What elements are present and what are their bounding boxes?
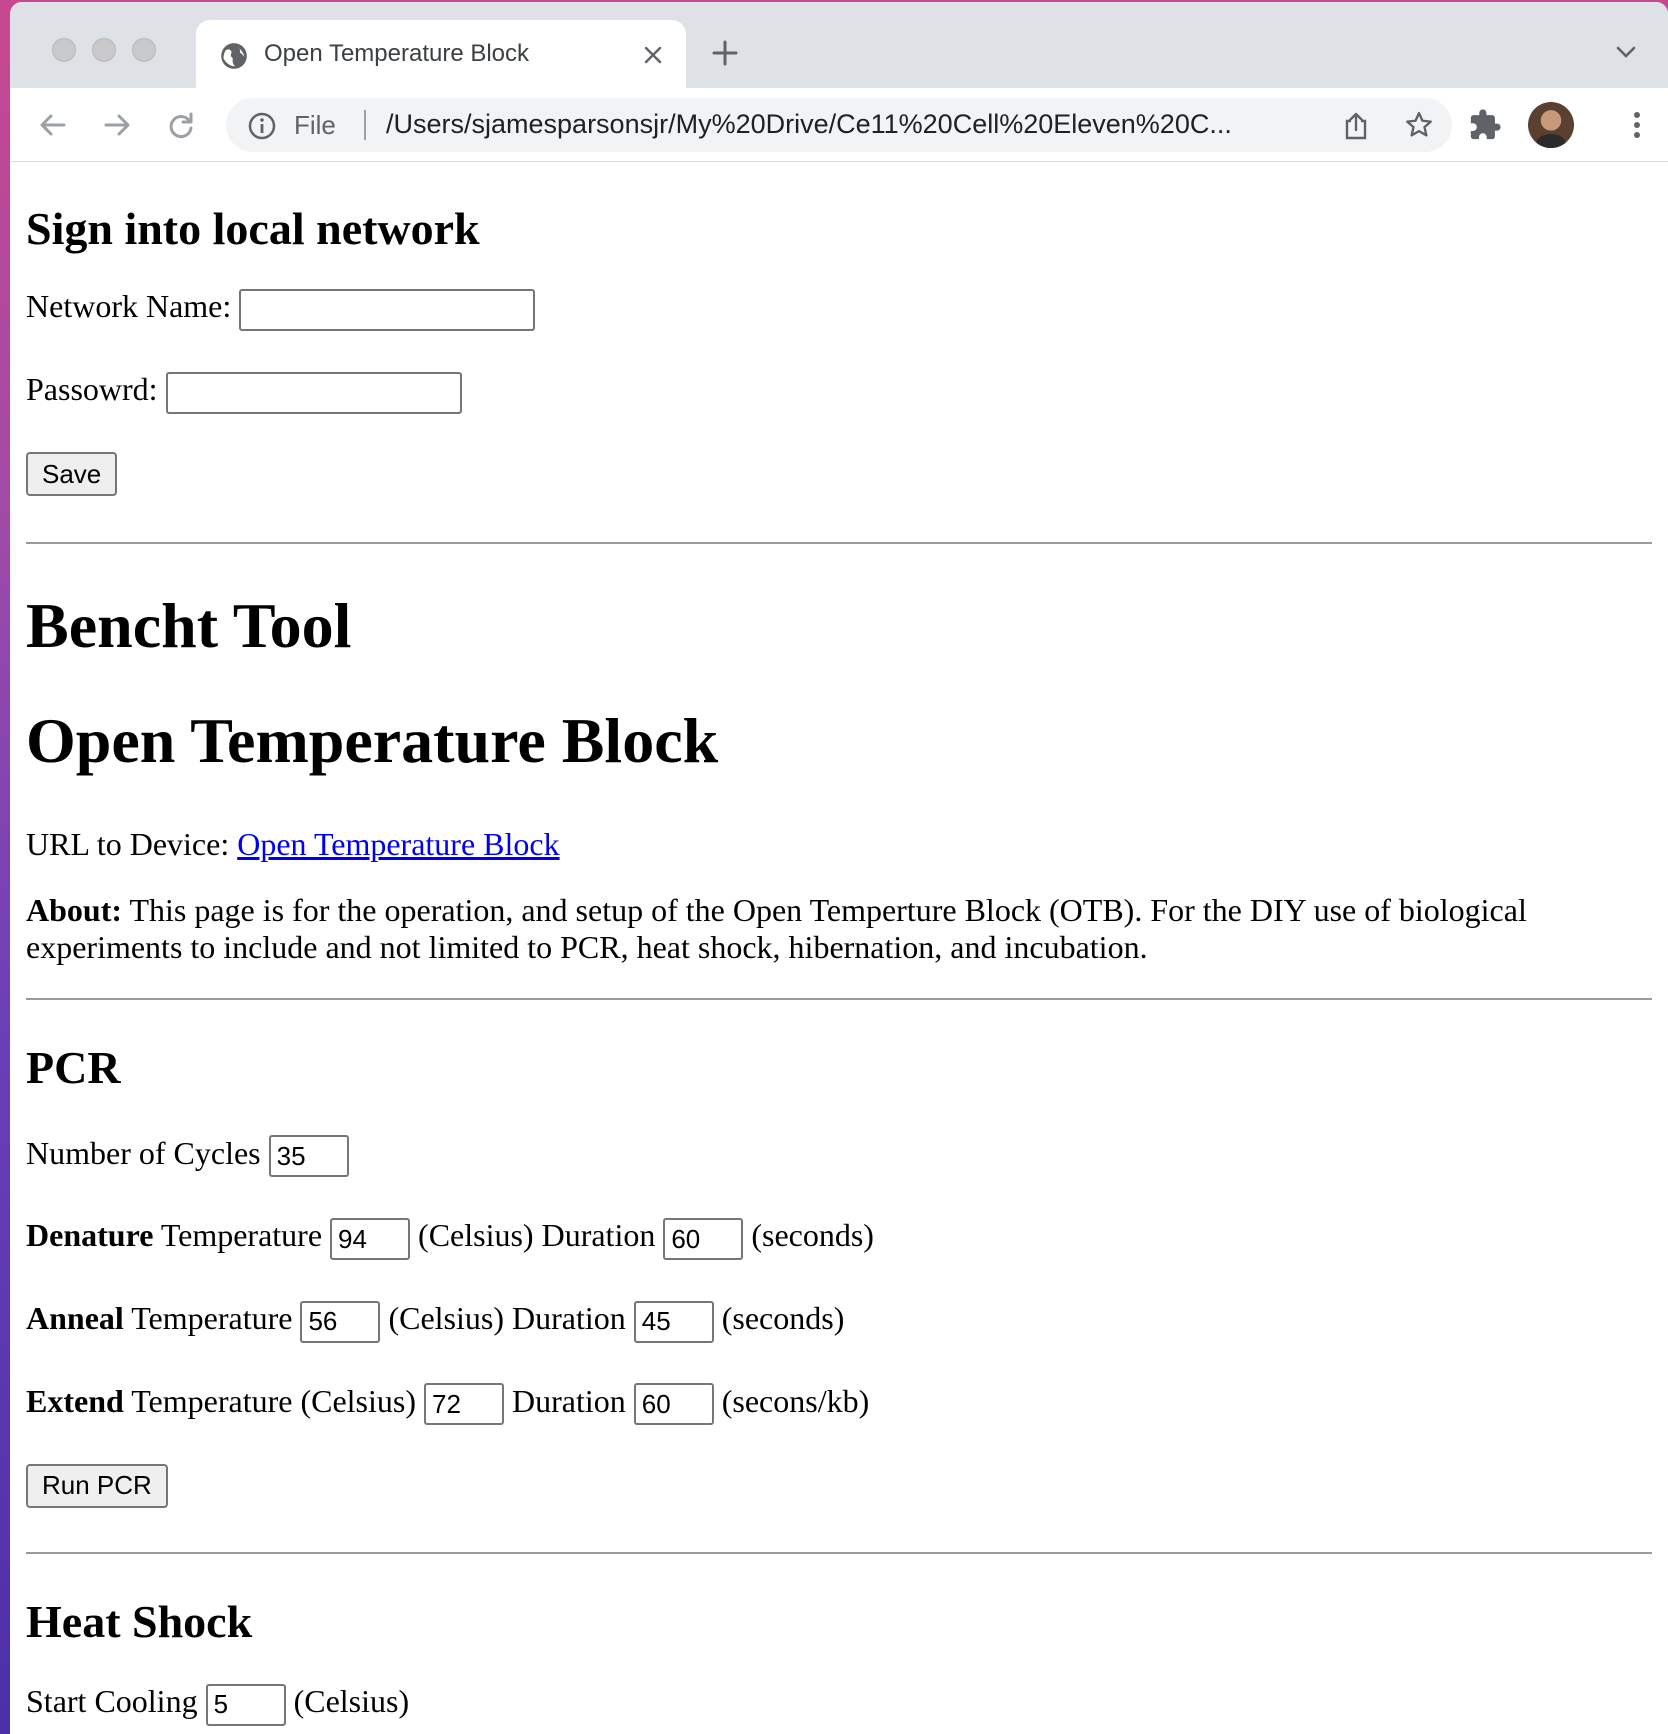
arrow-left-icon[interactable]: [36, 108, 70, 142]
cycles-row: Number of Cycles: [26, 1131, 1652, 1178]
save-button[interactable]: Save: [26, 452, 118, 496]
celsius-unit: (Celsius): [418, 1217, 534, 1254]
run-pcr-row: Run PCR: [26, 1461, 1652, 1508]
address-bar[interactable]: File /Users/sjamesparsonsjr/My%20Drive/C…: [226, 98, 1452, 152]
signin-heading: Sign into local network: [26, 203, 480, 254]
cycles-input[interactable]: [268, 1135, 349, 1178]
anneal-duration-input[interactable]: [633, 1300, 714, 1343]
puzzle-icon[interactable]: [1468, 108, 1502, 142]
device-url-row: URL to Device: Open Temperature Block: [26, 822, 1652, 866]
about-paragraph: About: This page is for the operation, a…: [26, 892, 1652, 966]
chevron-down-icon[interactable]: [1614, 42, 1638, 62]
anneal-label: Anneal: [26, 1300, 124, 1337]
extend-duration-input[interactable]: [633, 1383, 714, 1426]
extend-row: Extend Temperature (Celsius) Duration (s…: [26, 1379, 1652, 1426]
plus-icon[interactable]: [710, 38, 740, 68]
save-row: Save: [26, 450, 1652, 496]
password-row: Passowrd:: [26, 367, 1652, 414]
denature-duration-input[interactable]: [663, 1218, 744, 1261]
denature-row: Denature Temperature (Celsius) Duration …: [26, 1213, 1652, 1261]
globe-icon: [220, 42, 248, 70]
duration-label: Duration: [511, 1382, 626, 1419]
temperature-label: Temperature: [160, 1217, 323, 1254]
anneal-temperature-input[interactable]: [300, 1300, 381, 1343]
tab-title: Open Temperature Block: [264, 40, 530, 67]
browser-toolbar: File /Users/sjamesparsonsjr/My%20Drive/C…: [10, 88, 1668, 162]
seconds-unit: (seconds): [721, 1300, 845, 1337]
url-text[interactable]: /Users/sjamesparsonsjr/My%20Drive/Ce11%2…: [386, 109, 1232, 140]
close-window-button[interactable]: [52, 38, 76, 62]
celsius-unit: (Celsius): [388, 1300, 504, 1337]
pcr-heading: PCR: [26, 1041, 121, 1093]
device-url-label: URL to Device:: [26, 825, 230, 862]
anneal-row: Anneal Temperature (Celsius) Duration (s…: [26, 1296, 1652, 1343]
heat-shock-heading: Heat Shock: [26, 1595, 253, 1647]
duration-label: Duration: [511, 1300, 626, 1337]
divider: [26, 542, 1652, 544]
minimize-window-button[interactable]: [92, 38, 116, 62]
star-icon[interactable]: [1404, 110, 1434, 140]
denature-temperature-input[interactable]: [330, 1218, 411, 1261]
divider: [26, 997, 1652, 1000]
secons-per-kb-unit: (secons/kb): [721, 1382, 870, 1419]
device-url-link[interactable]: Open Temperature Block: [237, 826, 559, 862]
device-title: Open Temperature Block: [26, 704, 719, 776]
temperature-label: Temperature: [131, 1300, 293, 1337]
reload-icon[interactable]: [164, 108, 198, 142]
extend-label: Extend: [26, 1382, 124, 1419]
arrow-right-icon[interactable]: [100, 108, 134, 142]
about-label: About:: [26, 891, 123, 928]
password-input[interactable]: [165, 371, 462, 414]
duration-label: Duration: [541, 1217, 656, 1254]
start-cooling-label: Start Cooling: [26, 1683, 198, 1720]
share-icon[interactable]: [1342, 111, 1370, 141]
zoom-window-button[interactable]: [132, 38, 156, 62]
page-content: Sign into local network Network Name: Pa…: [10, 163, 1668, 1734]
celsius-unit: (Celsius): [293, 1683, 410, 1720]
temperature-celsius-label: Temperature (Celsius): [131, 1382, 416, 1419]
network-name-label: Network Name:: [26, 288, 232, 325]
denature-label: Denature: [26, 1217, 154, 1254]
browser-window: Open Temperature Block File /Users/sjame…: [10, 2, 1668, 1734]
tab-open-temperature-block[interactable]: Open Temperature Block: [196, 20, 686, 88]
start-cooling-input[interactable]: [205, 1683, 286, 1726]
password-label: Passowrd:: [26, 370, 158, 407]
close-icon[interactable]: [640, 42, 666, 68]
url-scheme-label: File: [294, 110, 336, 140]
seconds-unit: (seconds): [751, 1217, 874, 1254]
divider: [26, 1551, 1652, 1554]
info-icon[interactable]: [248, 112, 276, 140]
about-text: This page is for the operation, and setu…: [26, 891, 1527, 965]
tool-title: Bencht Tool: [26, 590, 352, 661]
omnibox-separator: [364, 110, 366, 140]
run-pcr-button[interactable]: Run PCR: [26, 1463, 168, 1508]
tab-strip: Open Temperature Block: [10, 2, 1668, 88]
cycles-label: Number of Cycles: [26, 1134, 261, 1171]
extend-temperature-input[interactable]: [423, 1383, 504, 1426]
start-cooling-row: Start Cooling (Celsius): [26, 1679, 1652, 1726]
kebab-menu-icon[interactable]: [1632, 108, 1642, 142]
profile-avatar[interactable]: [1528, 102, 1574, 148]
network-name-row: Network Name:: [26, 284, 1652, 331]
network-name-input[interactable]: [239, 288, 536, 331]
